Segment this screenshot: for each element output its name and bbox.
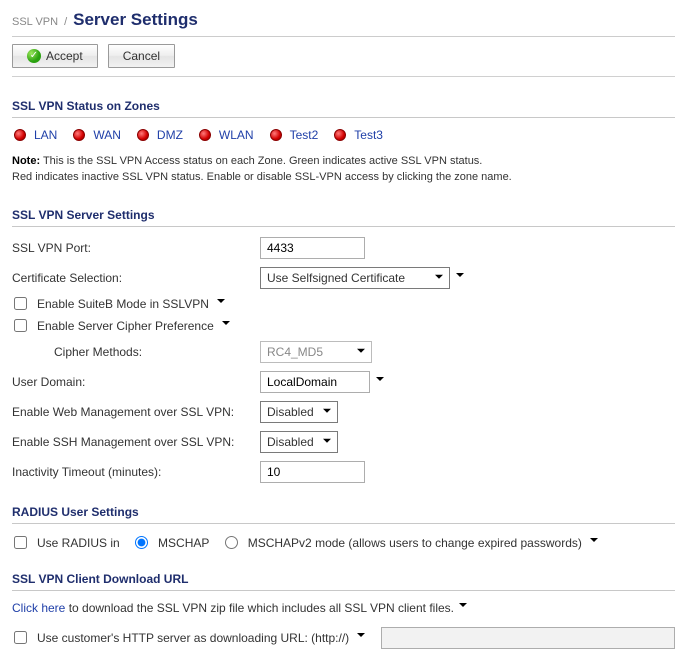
divider [12,226,675,227]
cancel-button[interactable]: Cancel [108,44,175,68]
ssh-mgmt-label: Enable SSH Management over SSL VPN: [12,435,260,449]
chevron-down-icon [590,538,598,546]
cust-http-checkbox[interactable] [14,631,27,644]
domain-input[interactable] [260,371,370,393]
breadcrumb: SSL VPN / Server Settings [12,10,675,30]
web-mgmt-select[interactable]: Disabled [260,401,338,423]
zone-note: Note: This is the SSL VPN Access status … [12,154,675,186]
port-label: SSL VPN Port: [12,241,260,255]
page-title: Server Settings [73,10,198,30]
zone-link[interactable]: Test2 [290,128,319,142]
web-mgmt-label: Enable Web Management over SSL VPN: [12,405,260,419]
status-led-icon [137,129,149,141]
breadcrumb-parent[interactable]: SSL VPN [12,16,58,28]
divider [12,523,675,524]
cipher-methods-label: Cipher Methods: [12,345,260,359]
zone-status-row: LAN WAN DMZ WLAN Test2 Test3 [12,128,675,142]
cert-select[interactable]: Use Selfsigned Certificate [260,267,450,289]
cipherpref-checkbox[interactable] [14,319,27,332]
use-radius-label: Use RADIUS in [37,536,120,550]
accept-button[interactable]: ✓ Accept [12,44,98,68]
status-led-icon [73,129,85,141]
cust-http-input[interactable] [381,627,675,649]
cancel-button-label: Cancel [123,49,160,63]
cipher-methods-select: RC4_MD5 [260,341,372,363]
chevron-down-icon [376,377,384,385]
download-text-row: Click here to download the SSL VPN zip f… [12,601,675,615]
chevron-down-icon [222,321,230,329]
chevron-down-icon [459,603,467,611]
cipherpref-label: Enable Server Cipher Preference [37,319,214,333]
section-title-radius: RADIUS User Settings [12,505,675,519]
zone-link[interactable]: WAN [93,128,121,142]
chevron-down-icon [357,633,365,641]
divider [12,590,675,591]
divider [12,117,675,118]
divider [12,36,675,38]
chevron-down-icon [217,299,225,307]
status-led-icon [270,129,282,141]
chevron-down-icon [456,273,464,281]
suiteb-checkbox[interactable] [14,297,27,310]
zone-link[interactable]: DMZ [157,128,183,142]
suiteb-label: Enable SuiteB Mode in SSLVPN [37,297,209,311]
mschap-radio[interactable] [135,536,148,549]
click-here-link[interactable]: Click here [12,601,65,615]
breadcrumb-sep: / [64,16,67,28]
note-bold: Note: [12,155,40,167]
note-line2: Red indicates inactive SSL VPN status. E… [12,171,512,183]
section-title-download: SSL VPN Client Download URL [12,572,675,586]
check-circle-icon: ✓ [27,49,41,63]
mschapv2-radio[interactable] [225,536,238,549]
mschap-label: MSCHAP [158,536,209,550]
status-led-icon [199,129,211,141]
section-title-zones: SSL VPN Status on Zones [12,99,675,113]
note-line1: This is the SSL VPN Access status on eac… [40,155,482,167]
cust-http-label: Use customer's HTTP server as downloadin… [37,631,349,645]
divider [12,76,675,77]
domain-label: User Domain: [12,375,260,389]
mschapv2-label: MSCHAPv2 mode (allows users to change ex… [248,536,582,550]
zone-link[interactable]: LAN [34,128,57,142]
timeout-label: Inactivity Timeout (minutes): [12,465,260,479]
ssh-mgmt-select[interactable]: Disabled [260,431,338,453]
accept-button-label: Accept [46,49,83,63]
status-led-icon [334,129,346,141]
action-buttons: ✓ Accept Cancel [12,44,675,68]
cert-label: Certificate Selection: [12,271,260,285]
download-text: to download the SSL VPN zip file which i… [65,601,454,615]
zone-link[interactable]: WLAN [219,128,254,142]
timeout-input[interactable] [260,461,365,483]
port-input[interactable] [260,237,365,259]
zone-link[interactable]: Test3 [354,128,383,142]
status-led-icon [14,129,26,141]
use-radius-checkbox[interactable] [14,536,27,549]
section-title-server: SSL VPN Server Settings [12,208,675,222]
